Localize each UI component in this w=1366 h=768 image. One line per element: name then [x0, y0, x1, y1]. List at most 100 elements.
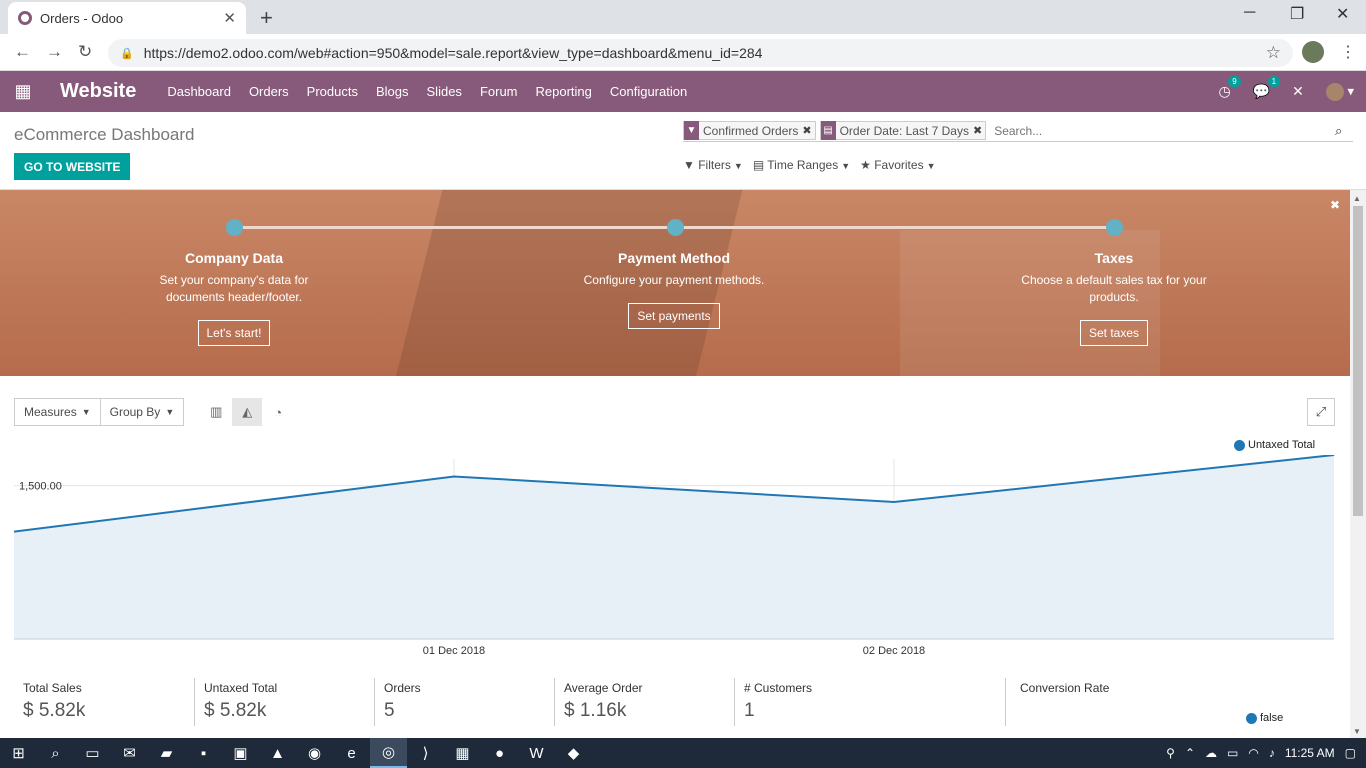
- calculator-icon[interactable]: ▦: [444, 738, 481, 768]
- apps-grid-icon[interactable]: ▦: [0, 81, 46, 102]
- onboarding-step-payment: Payment Method Configure your payment me…: [564, 250, 784, 329]
- reload-icon[interactable]: ↻: [78, 42, 92, 62]
- word-icon[interactable]: W: [518, 738, 555, 768]
- windows-start-icon[interactable]: ⊞: [0, 738, 37, 768]
- obs-icon[interactable]: ◉: [296, 738, 333, 768]
- nav-orders[interactable]: Orders: [240, 84, 298, 99]
- bookmark-star-icon[interactable]: ☆: [1266, 43, 1281, 63]
- data-point: [893, 501, 895, 503]
- step-title: Company Data: [184, 250, 284, 266]
- nav-slides[interactable]: Slides: [418, 84, 471, 99]
- forward-icon[interactable]: →: [46, 42, 63, 62]
- close-banner-icon[interactable]: ✖: [1330, 198, 1340, 212]
- conversion-legend: false: [1246, 712, 1283, 724]
- git-icon[interactable]: ◆: [555, 738, 592, 768]
- search-icon[interactable]: ⌕: [1335, 123, 1353, 139]
- people-icon[interactable]: ⚲: [1166, 746, 1175, 760]
- activity-clock-icon[interactable]: ◷ 9: [1218, 76, 1241, 100]
- step-dot: [226, 219, 243, 236]
- close-tab-icon[interactable]: ✕: [223, 9, 236, 27]
- pie-chart-icon[interactable]: ◔: [263, 398, 293, 426]
- nav-reporting[interactable]: Reporting: [527, 84, 601, 99]
- spotify-icon[interactable]: ●: [481, 738, 518, 768]
- legend-swatch: [1246, 712, 1257, 724]
- volume-icon[interactable]: ♪: [1269, 746, 1275, 760]
- window-close-icon[interactable]: ✕: [1336, 4, 1349, 24]
- terminal-icon[interactable]: ▪: [185, 738, 222, 768]
- chevron-up-icon[interactable]: ⌃: [1185, 746, 1195, 760]
- battery-icon[interactable]: ▭: [1227, 746, 1238, 760]
- nav-forum[interactable]: Forum: [471, 84, 527, 99]
- filter-facet: ▼ Confirmed Orders ✖: [683, 121, 816, 140]
- main-navbar: ▦ Website Dashboard Orders Products Blog…: [0, 71, 1366, 112]
- edge-icon[interactable]: e: [333, 738, 370, 768]
- measures-dropdown[interactable]: Measures ▼: [14, 398, 101, 426]
- notifications-icon[interactable]: ▢: [1345, 746, 1356, 760]
- chrome-icon[interactable]: ◎: [370, 738, 407, 768]
- graph-toolbar: Measures ▼ Group By ▼ ▥ ◭ ◔: [14, 398, 293, 426]
- remove-facet-icon[interactable]: ✖: [802, 124, 814, 137]
- debug-tools-icon[interactable]: ✕: [1292, 83, 1304, 100]
- chart-legend[interactable]: Untaxed Total: [1234, 439, 1315, 451]
- scroll-up-icon[interactable]: ▲: [1353, 194, 1361, 203]
- onedrive-icon[interactable]: ☁: [1205, 746, 1217, 760]
- kpi-average-order: Average Order $ 1.16k: [554, 678, 734, 726]
- filters-dropdown[interactable]: ▼ Filters ▼: [683, 158, 743, 172]
- lets-start-button[interactable]: Let's start!: [197, 320, 271, 346]
- time-ranges-label: Time Ranges: [767, 158, 839, 172]
- new-tab-icon[interactable]: +: [260, 5, 273, 31]
- go-to-website-button[interactable]: GO TO WEBSITE: [14, 153, 131, 180]
- odoo-favicon-icon: [18, 11, 32, 25]
- nav-configuration[interactable]: Configuration: [601, 84, 696, 99]
- set-taxes-button[interactable]: Set taxes: [1079, 320, 1149, 346]
- task-view-icon[interactable]: ▭: [74, 738, 111, 768]
- minimize-icon[interactable]: ─: [1244, 4, 1255, 22]
- nav-blogs[interactable]: Blogs: [367, 84, 418, 99]
- browser-menu-icon[interactable]: ⋮: [1340, 42, 1356, 62]
- scrollbar-thumb[interactable]: [1353, 206, 1363, 516]
- url-field[interactable]: 🔒 https://demo2.odoo.com/web#action=950&…: [108, 39, 1293, 67]
- sales-area-chart: 500.001,000.001,500.0001 Dec 201802 Dec …: [14, 455, 1335, 657]
- profile-avatar[interactable]: [1302, 41, 1324, 63]
- clock-time[interactable]: 11:25 AM: [1285, 746, 1335, 760]
- step-dot: [667, 219, 684, 236]
- facet-label: Order Date: Last 7 Days: [839, 123, 969, 138]
- step-dot: [1106, 219, 1123, 236]
- time-ranges-dropdown[interactable]: ▤ Time Ranges ▼: [753, 158, 850, 172]
- conversion-rate-panel: Conversion Rate false: [1006, 678, 1334, 726]
- scroll-down-icon[interactable]: ▼: [1353, 727, 1361, 736]
- search-input[interactable]: [990, 123, 1335, 138]
- series-area: [14, 455, 1334, 639]
- favorites-dropdown[interactable]: ★ Favorites ▼: [860, 158, 935, 172]
- messages-icon[interactable]: 💬 1: [1253, 76, 1281, 100]
- kpi-label: Total Sales: [23, 681, 82, 695]
- vlc-icon[interactable]: ▲: [259, 738, 296, 768]
- nav-dashboard[interactable]: Dashboard: [158, 84, 240, 99]
- mail-icon[interactable]: ✉: [111, 738, 148, 768]
- kpi-customers: # Customers 1: [734, 678, 1006, 726]
- line-chart-icon[interactable]: ◭: [232, 398, 263, 426]
- browser-tab[interactable]: Orders - Odoo ✕: [8, 2, 246, 34]
- group-by-dropdown[interactable]: Group By ▼: [100, 398, 185, 426]
- page-scrollbar[interactable]: ▲ ▼: [1350, 190, 1366, 738]
- expand-icon[interactable]: ⤢: [1307, 398, 1335, 426]
- remove-facet-icon[interactable]: ✖: [973, 124, 985, 137]
- bar-chart-icon[interactable]: ▥: [201, 398, 231, 426]
- search-icon[interactable]: ⌕: [37, 738, 74, 768]
- vscode-icon[interactable]: ⟩: [407, 738, 444, 768]
- file-explorer-icon[interactable]: ▰: [148, 738, 185, 768]
- x-tick-label: 01 Dec 2018: [423, 645, 485, 657]
- user-menu[interactable]: ▾: [1325, 82, 1354, 101]
- back-icon[interactable]: ←: [14, 42, 31, 62]
- set-payments-button[interactable]: Set payments: [628, 303, 720, 329]
- browser-tabstrip: Orders - Odoo ✕ + ─ ❐ ✕: [0, 0, 1366, 34]
- activity-badge: 9: [1228, 76, 1241, 87]
- app-brand[interactable]: Website: [46, 80, 150, 103]
- restore-icon[interactable]: ❐: [1290, 4, 1304, 24]
- wifi-icon[interactable]: ◠: [1248, 746, 1258, 760]
- nav-products[interactable]: Products: [298, 84, 367, 99]
- onboarding-step-taxes: Taxes Choose a default sales tax for you…: [1004, 250, 1224, 346]
- kpi-untaxed-total: Untaxed Total $ 5.82k: [194, 678, 374, 726]
- app-icon[interactable]: ▣: [222, 738, 259, 768]
- step-description: Set your company's data for documents he…: [159, 273, 309, 304]
